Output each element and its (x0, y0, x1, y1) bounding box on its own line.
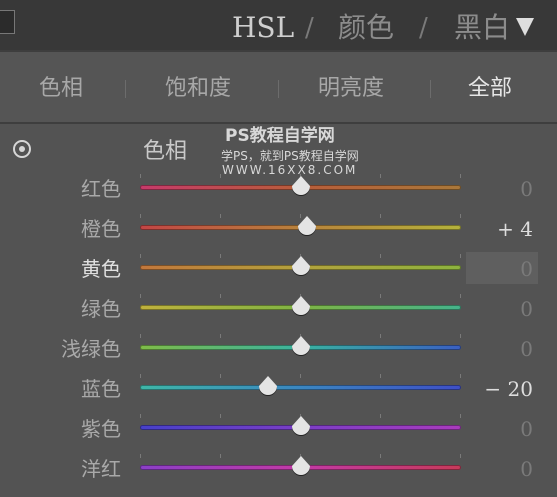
collapse-triangle-icon[interactable] (516, 18, 534, 36)
tab-all[interactable]: 全部 (468, 74, 512, 104)
slider-label-orange: 橙色 (81, 217, 121, 241)
tab-divider (125, 80, 126, 98)
slider-thumb-yellow[interactable] (291, 256, 310, 275)
tick-mark (380, 214, 381, 218)
slider-label-aqua: 浅绿色 (61, 337, 121, 361)
tick-mark (220, 334, 221, 338)
slider-value-orange[interactable]: + 4 (497, 216, 533, 242)
tick-mark (220, 174, 221, 178)
watermark-subtitle: 学PS，就到PS教程自学网 (221, 149, 359, 163)
slider-label-yellow: 黄色 (81, 257, 121, 281)
slider-row-green: 绿色 0 (0, 290, 557, 330)
tick-mark (460, 174, 461, 178)
slider-ticks (140, 374, 461, 378)
tick-mark (380, 454, 381, 458)
target-adjust-icon[interactable] (13, 140, 31, 158)
tick-mark (140, 174, 141, 178)
slider-label-blue: 蓝色 (81, 377, 121, 401)
tab-color[interactable]: 颜色 (338, 11, 394, 45)
tick-mark (220, 454, 221, 458)
tick-mark (380, 254, 381, 258)
watermark-title: PS教程自学网 (225, 126, 335, 146)
tab-black-white[interactable]: 黑白 (454, 11, 510, 45)
slider-row-purple: 紫色 0 (0, 410, 557, 450)
slider-row-yellow: 黄色 0 (0, 250, 557, 290)
tick-mark (380, 374, 381, 378)
slider-thumb-green[interactable] (291, 296, 310, 315)
tick-mark (380, 174, 381, 178)
panel-header: HSL / 颜色 / 黑白 (0, 0, 557, 50)
tick-mark (380, 414, 381, 418)
tick-mark (300, 374, 301, 378)
slider-thumb-magenta[interactable] (291, 456, 310, 475)
tick-mark (220, 374, 221, 378)
slider-row-aqua: 浅绿色 0 (0, 330, 557, 370)
tick-mark (140, 414, 141, 418)
tick-mark (140, 214, 141, 218)
slider-value-red[interactable]: 0 (520, 176, 533, 202)
tick-mark (460, 374, 461, 378)
header-separator: / (419, 13, 428, 43)
slider-row-red: 红色 0 (0, 170, 557, 210)
slider-row-magenta: 洋红 0 (0, 450, 557, 490)
tick-mark (460, 214, 461, 218)
slider-value-yellow[interactable]: 0 (520, 256, 533, 282)
slider-thumb-blue[interactable] (259, 376, 278, 395)
tab-hsl[interactable]: HSL (232, 11, 294, 45)
tab-saturation[interactable]: 饱和度 (165, 74, 231, 104)
tick-mark (140, 294, 141, 298)
slider-value-magenta[interactable]: 0 (520, 456, 533, 482)
tick-mark (220, 294, 221, 298)
tick-mark (220, 214, 221, 218)
tick-mark (220, 414, 221, 418)
tick-mark (220, 254, 221, 258)
slider-value-green[interactable]: 0 (520, 296, 533, 322)
tick-mark (140, 374, 141, 378)
slider-thumb-purple[interactable] (291, 416, 310, 435)
tab-divider (278, 80, 279, 98)
slider-value-purple[interactable]: 0 (520, 416, 533, 442)
slider-thumb-orange[interactable] (297, 216, 316, 235)
slider-label-purple: 紫色 (81, 417, 121, 441)
tick-mark (140, 454, 141, 458)
tick-mark (460, 454, 461, 458)
header-separator: / (305, 13, 314, 43)
tick-mark (140, 334, 141, 338)
tick-mark (460, 414, 461, 418)
slider-thumb-aqua[interactable] (291, 336, 310, 355)
tab-divider (430, 80, 431, 98)
section-label-hue: 色相 (143, 139, 188, 164)
slider-row-orange: 橙色 + 4 (0, 210, 557, 250)
tick-mark (380, 334, 381, 338)
tick-mark (140, 254, 141, 258)
slider-value-blue[interactable]: − 20 (484, 376, 533, 402)
tab-hue[interactable]: 色相 (39, 74, 83, 104)
tick-mark (460, 334, 461, 338)
panel-toggle-box[interactable] (0, 10, 15, 34)
slider-thumb-red[interactable] (291, 176, 310, 195)
tick-mark (460, 254, 461, 258)
tab-luminance[interactable]: 明亮度 (318, 74, 384, 104)
tick-mark (380, 294, 381, 298)
slider-value-aqua[interactable]: 0 (520, 336, 533, 362)
slider-label-green: 绿色 (81, 297, 121, 321)
slider-label-magenta: 洋红 (81, 457, 121, 481)
slider-row-blue: 蓝色 − 20 (0, 370, 557, 410)
slider-track-blue[interactable] (140, 385, 461, 390)
tick-mark (460, 294, 461, 298)
slider-label-red: 红色 (81, 177, 121, 201)
